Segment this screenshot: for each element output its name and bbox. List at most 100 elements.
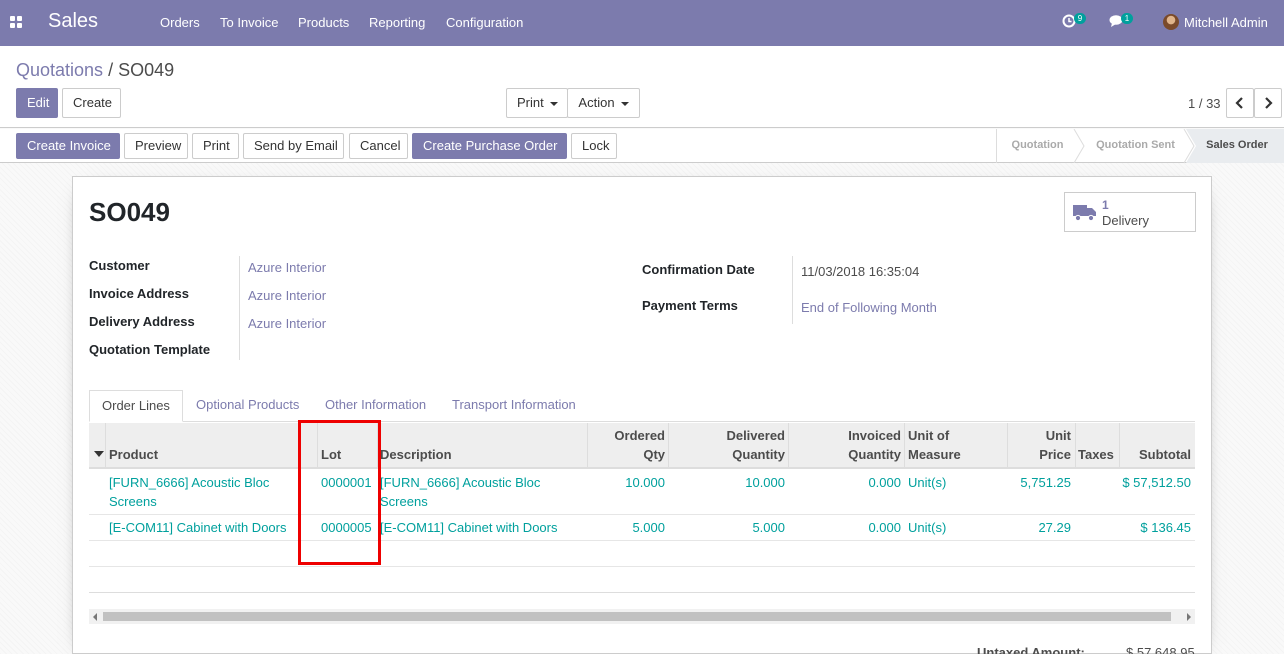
header-ordered-qty[interactable]: Ordered Qty [590,426,665,464]
cancel-button[interactable]: Cancel [349,133,408,159]
payment-terms-value[interactable]: End of Following Month [801,300,937,315]
invoice-address-label: Invoice Address [89,286,189,301]
header-line: Delivered [726,428,785,443]
breadcrumb: Quotations / SO049 [16,60,174,81]
control-panel: Quotations / SO049 Edit Create Print Act… [0,46,1284,128]
order-title: SO049 [89,197,170,227]
header-product[interactable]: Product [109,445,158,464]
preview-button[interactable]: Preview [124,133,188,159]
breadcrumb-quotations[interactable]: Quotations [16,60,103,80]
row-uom: Unit(s) [908,475,947,490]
header-line: Price [1039,447,1071,462]
stage-quotation[interactable]: Quotation [1000,129,1075,162]
chevron-left-icon [1235,97,1243,109]
pager-value: 1 / 33 [1188,96,1221,111]
cell-line: Screens [109,494,157,509]
header-unit-price[interactable]: Unit Price [1010,426,1071,464]
row-ordered-qty: 5.000 [632,520,665,535]
menu-products[interactable]: Products [298,15,349,30]
confirmation-date-value: 11/03/2018 16:35:04 [801,264,920,279]
apps-menu-icon[interactable] [10,16,23,29]
send-by-email-button[interactable]: Send by Email [243,133,344,159]
print-dropdown[interactable]: Print [506,88,568,118]
action-label: Action [578,95,615,110]
header-subtotal[interactable]: Subtotal [1122,445,1191,464]
row-unit-price: 27.29 [1038,520,1071,535]
menu-orders[interactable]: Orders [160,15,200,30]
row-divider [89,514,1195,515]
edit-button[interactable]: Edit [16,88,58,118]
row-ordered-qty: 10.000 [625,475,665,490]
user-avatar[interactable] [1163,14,1179,30]
row-invoiced-qty: 0.000 [868,475,901,490]
stage-sales-order: Sales Order [1206,139,1268,151]
scrollbar-thumb[interactable] [103,612,1171,621]
row-unit-price: 5,751.25 [1020,475,1071,490]
user-menu[interactable]: Mitchell Admin [1184,15,1268,30]
tab-other-information[interactable]: Other Information [313,390,438,422]
delivery-address-value[interactable]: Azure Interior [248,316,326,331]
lot-column-highlight [298,420,381,565]
pager-next-button[interactable] [1254,88,1282,118]
cell-line: Screens [380,494,428,509]
scroll-right-icon[interactable] [1187,613,1191,621]
header-line: Quantity [848,447,901,462]
header-line: Invoiced [848,428,901,443]
header-description[interactable]: Description [380,445,452,464]
delivery-count: 1 [1102,198,1109,212]
caret-down-icon [620,101,629,106]
cell-line: [FURN_6666] Acoustic Bloc [380,475,541,490]
caret-down-icon [549,101,558,106]
row-subtotal: $ 57,512.50 [1122,475,1191,490]
header-line: Measure [908,447,961,462]
row-product: [E-COM11] Cabinet with Doors [109,520,287,535]
sort-caret-icon[interactable] [94,451,104,457]
app-name: Sales [48,10,99,32]
header-delivered-qty[interactable]: Delivered Quantity [671,426,785,464]
header-line: Unit [1045,428,1071,443]
header-taxes[interactable]: Taxes [1078,445,1114,464]
delivery-label: Delivery [1102,213,1149,228]
payment-terms-label: Payment Terms [642,298,738,313]
header-line: Quantity [732,447,785,462]
header-line: Ordered [614,428,665,443]
create-invoice-button[interactable]: Create Invoice [16,133,120,159]
invoice-address-value[interactable]: Azure Interior [248,288,326,303]
row-invoiced-qty: 0.000 [868,520,901,535]
header-invoiced-qty[interactable]: Invoiced Quantity [791,426,901,464]
untaxed-amount-label: Untaxed Amount: [977,645,1085,654]
row-subtotal: $ 136.45 [1140,520,1191,535]
create-purchase-order-button[interactable]: Create Purchase Order [412,133,567,159]
horizontal-scrollbar[interactable] [89,609,1195,624]
header-uom[interactable]: Unit of Measure [908,426,961,464]
menu-reporting[interactable]: Reporting [369,15,425,30]
row-divider [89,540,1195,541]
confirmation-date-label: Confirmation Date [642,262,755,277]
tab-optional-products[interactable]: Optional Products [184,390,311,422]
row-product: [FURN_6666] Acoustic Bloc Screens [109,473,269,511]
delivery-smart-button[interactable]: 1 Delivery [1064,192,1196,232]
row-delivered-qty: 10.000 [745,475,785,490]
menu-configuration[interactable]: Configuration [446,15,523,30]
row-delivered-qty: 5.000 [752,520,785,535]
field-divider [792,256,793,324]
untaxed-amount-value: $ 57,648.95 [1126,645,1195,654]
header-line: Qty [643,447,665,462]
lock-button[interactable]: Lock [571,133,617,159]
scroll-left-icon[interactable] [93,613,97,621]
stage-quotation-sent[interactable]: Quotation Sent [1088,129,1183,162]
pager-previous-button[interactable] [1226,88,1254,118]
create-button[interactable]: Create [62,88,121,118]
tab-order-lines[interactable]: Order Lines [89,390,183,422]
print-button[interactable]: Print [192,133,239,159]
tab-transport-information[interactable]: Transport Information [440,390,588,422]
row-divider [89,566,1195,567]
messages-badge: 1 [1121,13,1133,24]
print-label: Print [517,95,544,110]
menu-to-invoice[interactable]: To Invoice [220,15,279,30]
field-divider [239,256,240,360]
statusbar: Create Invoice Preview Print Send by Ema… [0,129,1284,163]
action-dropdown[interactable]: Action [567,88,640,118]
row-uom: Unit(s) [908,520,947,535]
customer-value[interactable]: Azure Interior [248,260,326,275]
